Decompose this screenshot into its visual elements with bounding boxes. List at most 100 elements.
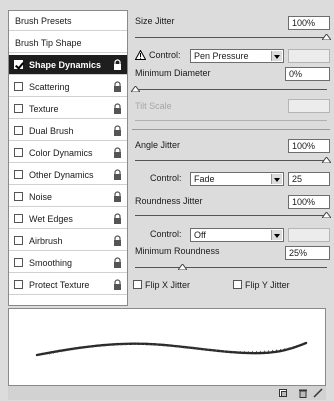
wet-edges-checkbox[interactable]	[14, 214, 23, 223]
angle-jitter-slider-thumb[interactable]	[322, 157, 331, 163]
roundness-jitter-label: Roundness Jitter	[135, 196, 203, 206]
flip-y-jitter-checkbox[interactable]	[233, 280, 242, 289]
lock-icon[interactable]	[113, 191, 122, 202]
sidebar-item-label: Brush Tip Shape	[15, 38, 82, 48]
angle-control-label: Control:	[150, 173, 182, 183]
sidebar-item-label: Wet Edges	[29, 214, 73, 224]
sidebar-item-brush-presets[interactable]: Brush Presets	[9, 11, 127, 31]
min-diameter-slider-thumb[interactable]	[131, 86, 140, 92]
size-jitter-field[interactable]: 100%	[288, 16, 330, 30]
angle-jitter-slider[interactable]	[135, 160, 327, 161]
sidebar-item-scattering[interactable]: Scattering	[9, 77, 127, 97]
roundness-control-value: Off	[194, 230, 206, 240]
angle-jitter-field[interactable]: 100%	[288, 139, 330, 153]
sidebar-item-brush-tip-shape[interactable]: Brush Tip Shape	[9, 33, 127, 53]
min-diameter-field[interactable]: 0%	[285, 67, 330, 81]
angle-control-steps-field[interactable]: 25	[288, 172, 330, 186]
brush-stroke-preview	[8, 308, 326, 386]
sidebar-item-label: Noise	[29, 192, 53, 202]
sidebar-item-label: Other Dynamics	[29, 170, 94, 180]
other-dynamics-checkbox[interactable]	[14, 170, 23, 179]
angle-control-select[interactable]: Fade	[190, 172, 284, 186]
tilt-scale-label: Tilt Scale	[135, 101, 172, 111]
sidebar-item-shape-dynamics[interactable]: Shape Dynamics	[9, 55, 127, 75]
sidebar-item-dual-brush[interactable]: Dual Brush	[9, 121, 127, 141]
min-diameter-slider[interactable]	[135, 89, 327, 90]
sidebar-item-label: Brush Presets	[15, 16, 72, 26]
lock-icon[interactable]	[113, 81, 122, 92]
roundness-jitter-slider-thumb[interactable]	[322, 212, 331, 218]
size-control-value: Pen Pressure	[194, 51, 249, 61]
size-control-steps-field	[288, 49, 330, 63]
lock-icon[interactable]	[113, 147, 122, 158]
min-roundness-slider-thumb[interactable]	[178, 264, 187, 270]
sidebar-item-label: Airbrush	[29, 236, 63, 246]
roundness-control-steps-field	[288, 228, 330, 242]
smoothing-checkbox[interactable]	[14, 258, 23, 267]
roundness-control-label: Control:	[150, 229, 182, 239]
lock-icon[interactable]	[113, 257, 122, 268]
sidebar-item-airbrush[interactable]: Airbrush	[9, 231, 127, 251]
roundness-jitter-field[interactable]: 100%	[288, 195, 330, 209]
sidebar-item-noise[interactable]: Noise	[9, 187, 127, 207]
sidebar-item-wet-edges[interactable]: Wet Edges	[9, 209, 127, 229]
scattering-checkbox[interactable]	[14, 82, 23, 91]
lock-icon[interactable]	[113, 59, 122, 70]
min-roundness-field[interactable]: 25%	[285, 246, 330, 260]
sidebar-item-label: Smoothing	[29, 258, 73, 268]
brush-stroke	[35, 341, 308, 357]
sidebar-item-other-dynamics[interactable]: Other Dynamics	[9, 165, 127, 185]
size-jitter-label: Size Jitter	[135, 16, 175, 26]
airbrush-checkbox[interactable]	[14, 236, 23, 245]
sidebar-item-label: Shape Dynamics	[29, 60, 102, 70]
sidebar-item-protect-texture[interactable]: Protect Texture	[9, 275, 127, 295]
divider	[132, 129, 330, 130]
color-dynamics-checkbox[interactable]	[14, 148, 23, 157]
lock-icon[interactable]	[113, 235, 122, 246]
sidebar-item-label: Protect Texture	[29, 280, 90, 290]
lock-icon[interactable]	[113, 169, 122, 180]
flip-x-jitter-label: Flip X Jitter	[145, 280, 191, 290]
delete-icon[interactable]	[298, 388, 308, 398]
chevron-down-icon	[271, 51, 282, 61]
texture-checkbox[interactable]	[14, 104, 23, 113]
angle-control-value: Fade	[194, 174, 215, 184]
sidebar-item-texture[interactable]: Texture	[9, 99, 127, 119]
sidebar-item-label: Color Dynamics	[29, 148, 93, 158]
tilt-scale-slider	[135, 120, 327, 121]
lock-icon[interactable]	[113, 103, 122, 114]
dual-brush-checkbox[interactable]	[14, 126, 23, 135]
sidebar-item-label: Dual Brush	[29, 126, 74, 136]
sidebar-item-smoothing[interactable]: Smoothing	[9, 253, 127, 273]
lock-icon[interactable]	[113, 213, 122, 224]
chevron-down-icon	[271, 230, 282, 240]
roundness-jitter-slider[interactable]	[135, 215, 327, 216]
lock-icon[interactable]	[113, 279, 122, 290]
sidebar-item-label: Texture	[29, 104, 59, 114]
protect-texture-checkbox[interactable]	[14, 280, 23, 289]
min-roundness-slider[interactable]	[135, 267, 327, 268]
size-jitter-slider[interactable]	[135, 37, 327, 38]
shape-dynamics-checkbox[interactable]	[14, 60, 23, 69]
brushes-panel: Brush Presets Brush Tip Shape Shape Dyna…	[0, 0, 334, 401]
roundness-control-select[interactable]: Off	[190, 228, 284, 242]
lock-icon[interactable]	[113, 125, 122, 136]
panel-menu-icon[interactable]	[313, 388, 323, 398]
min-diameter-label: Minimum Diameter	[135, 68, 211, 78]
size-jitter-slider-thumb[interactable]	[322, 34, 331, 40]
size-control-select[interactable]: Pen Pressure	[190, 49, 284, 63]
tilt-scale-field	[288, 99, 330, 113]
panel-footer	[8, 386, 326, 400]
size-control-label: Control:	[149, 50, 181, 60]
angle-jitter-label: Angle Jitter	[135, 140, 181, 150]
warning-triangle-icon	[135, 50, 146, 60]
sidebar-item-label: Scattering	[29, 82, 70, 92]
noise-checkbox[interactable]	[14, 192, 23, 201]
sidebar-item-color-dynamics[interactable]: Color Dynamics	[9, 143, 127, 163]
flip-x-jitter-checkbox[interactable]	[133, 280, 142, 289]
flip-y-jitter-label: Flip Y Jitter	[245, 280, 290, 290]
chevron-down-icon	[271, 174, 282, 184]
new-preset-icon[interactable]	[278, 388, 288, 398]
brush-options-list: Brush Presets Brush Tip Shape Shape Dyna…	[8, 10, 128, 306]
min-roundness-label: Minimum Roundness	[135, 246, 220, 256]
